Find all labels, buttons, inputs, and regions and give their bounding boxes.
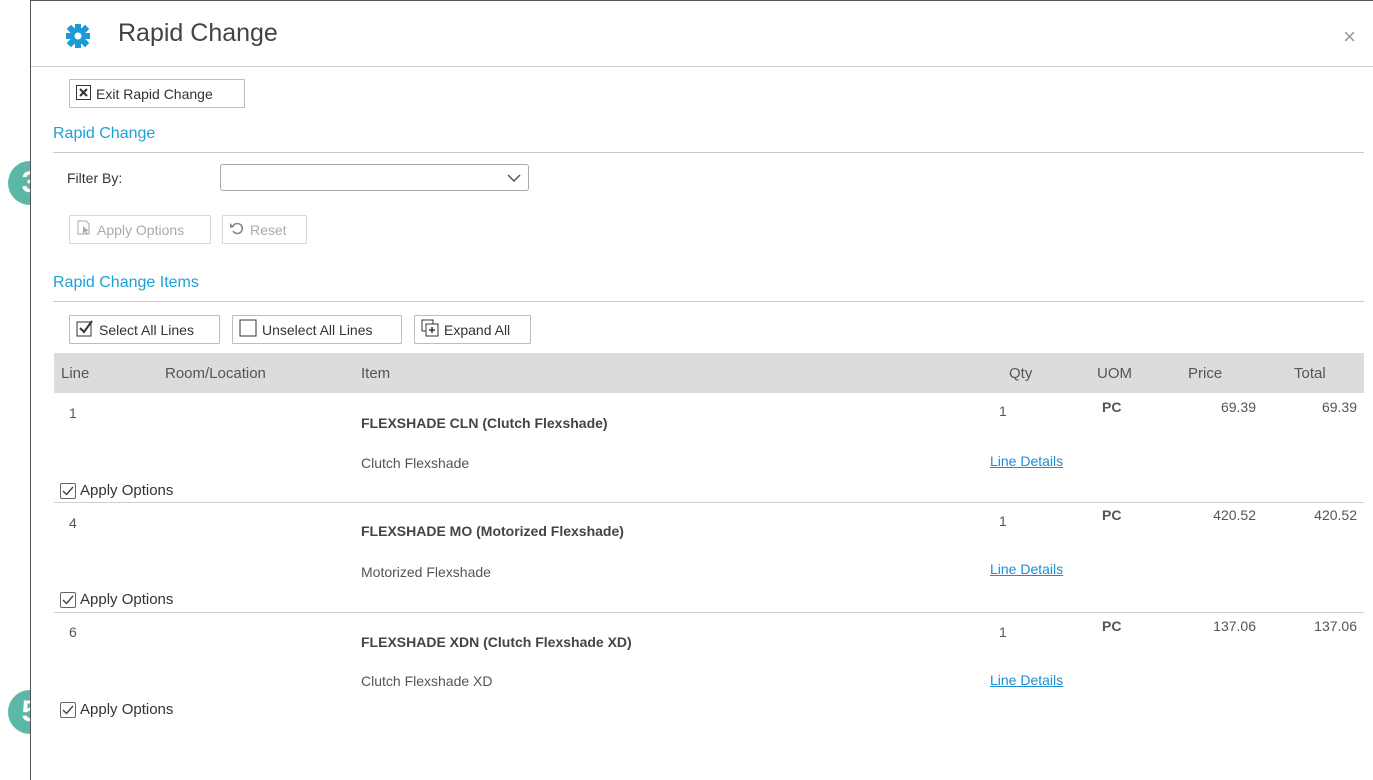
filter-by-select[interactable]	[220, 164, 529, 191]
line-number: 4	[69, 515, 77, 531]
undo-icon	[229, 220, 245, 239]
line-number: 6	[69, 624, 77, 640]
exit-rapid-change-button[interactable]: Exit Rapid Change	[69, 79, 245, 108]
qty-value: 1	[999, 513, 1007, 529]
header-price: Price	[1188, 365, 1223, 382]
header-item: Item	[361, 365, 391, 382]
item-title: FLEXSHADE XDN (Clutch Flexshade XD)	[361, 634, 632, 650]
table-row: 6 FLEXSHADE XDN (Clutch Flexshade XD) Cl…	[54, 613, 1364, 723]
price-value: 137.06	[1213, 618, 1256, 634]
line-details-link[interactable]: Line Details	[990, 561, 1063, 577]
exit-rapid-change-label: Exit Rapid Change	[96, 85, 213, 102]
dialog-title: Rapid Change	[118, 19, 278, 47]
header-line: Line	[61, 365, 90, 382]
table-row: 4 FLEXSHADE MO (Motorized Flexshade) Mot…	[54, 503, 1364, 613]
reset-label: Reset	[250, 221, 287, 238]
price-value: 69.39	[1220, 399, 1256, 415]
x-box-icon	[76, 84, 91, 103]
expand-all-button[interactable]: Expand All	[414, 315, 531, 344]
item-description: Motorized Flexshade	[361, 564, 491, 580]
filter-by-label: Filter By:	[67, 170, 123, 186]
rapid-change-dialog: Rapid Change × Exit Rapid Change Rapid C…	[30, 0, 1373, 780]
apply-options-checkbox-label: Apply Options	[80, 482, 174, 499]
section-divider	[53, 152, 1364, 153]
line-details-link[interactable]: Line Details	[990, 453, 1063, 469]
rapid-change-section-title: Rapid Change	[53, 125, 156, 142]
item-title: FLEXSHADE MO (Motorized Flexshade)	[361, 523, 624, 539]
close-icon[interactable]: ×	[1343, 26, 1356, 48]
header-room-location: Room/Location	[165, 365, 266, 382]
empty-box-icon	[239, 319, 257, 340]
expand-plus-icon	[421, 319, 439, 340]
checked-box-icon	[60, 591, 76, 608]
price-value: 420.52	[1213, 507, 1256, 523]
apply-options-checkbox-label: Apply Options	[80, 701, 174, 718]
reset-button[interactable]: Reset	[222, 215, 307, 244]
total-value: 420.52	[1314, 507, 1357, 523]
expand-all-label: Expand All	[444, 321, 511, 338]
gear-icon	[65, 23, 91, 49]
select-all-lines-button[interactable]: Select All Lines	[69, 315, 220, 344]
checked-box-icon	[76, 319, 94, 340]
qty-value: 1	[999, 403, 1007, 419]
item-description: Clutch Flexshade	[361, 455, 470, 471]
line-details-link[interactable]: Line Details	[990, 672, 1063, 688]
total-value: 69.39	[1321, 399, 1357, 415]
rapid-change-items-section-title: Rapid Change Items	[53, 274, 199, 291]
checked-box-icon	[60, 482, 76, 499]
dialog-titlebar: Rapid Change ×	[31, 1, 1373, 67]
apply-options-label: Apply Options	[97, 221, 185, 238]
table-row: 1 FLEXSHADE CLN (Clutch Flexshade) Clutc…	[54, 393, 1364, 503]
header-qty: Qty	[1009, 365, 1033, 382]
total-value: 137.06	[1314, 618, 1357, 634]
uom-value: PC	[1102, 507, 1122, 523]
qty-value: 1	[999, 624, 1007, 640]
checked-box-icon	[60, 701, 76, 718]
items-divider	[53, 301, 1364, 302]
apply-options-button[interactable]: Apply Options	[69, 215, 211, 244]
header-total: Total	[1294, 365, 1326, 382]
unselect-all-lines-button[interactable]: Unselect All Lines	[232, 315, 402, 344]
apply-options-checkbox-label: Apply Options	[80, 591, 174, 608]
uom-value: PC	[1102, 399, 1122, 415]
chevron-down-icon	[507, 171, 521, 190]
unselect-all-lines-label: Unselect All Lines	[262, 321, 373, 338]
item-description: Clutch Flexshade XD	[361, 673, 493, 689]
header-uom: UOM	[1097, 365, 1132, 382]
uom-value: PC	[1102, 618, 1122, 634]
table-header: Line Room/Location Item Qty UOM Price To…	[54, 353, 1364, 393]
apply-cursor-icon	[76, 220, 92, 239]
apply-options-checkbox[interactable]: Apply Options	[60, 591, 173, 608]
apply-options-checkbox[interactable]: Apply Options	[60, 701, 173, 718]
select-all-lines-label: Select All Lines	[99, 321, 194, 338]
line-number: 1	[69, 405, 77, 421]
item-title: FLEXSHADE CLN (Clutch Flexshade)	[361, 415, 608, 431]
apply-options-checkbox[interactable]: Apply Options	[60, 482, 173, 499]
